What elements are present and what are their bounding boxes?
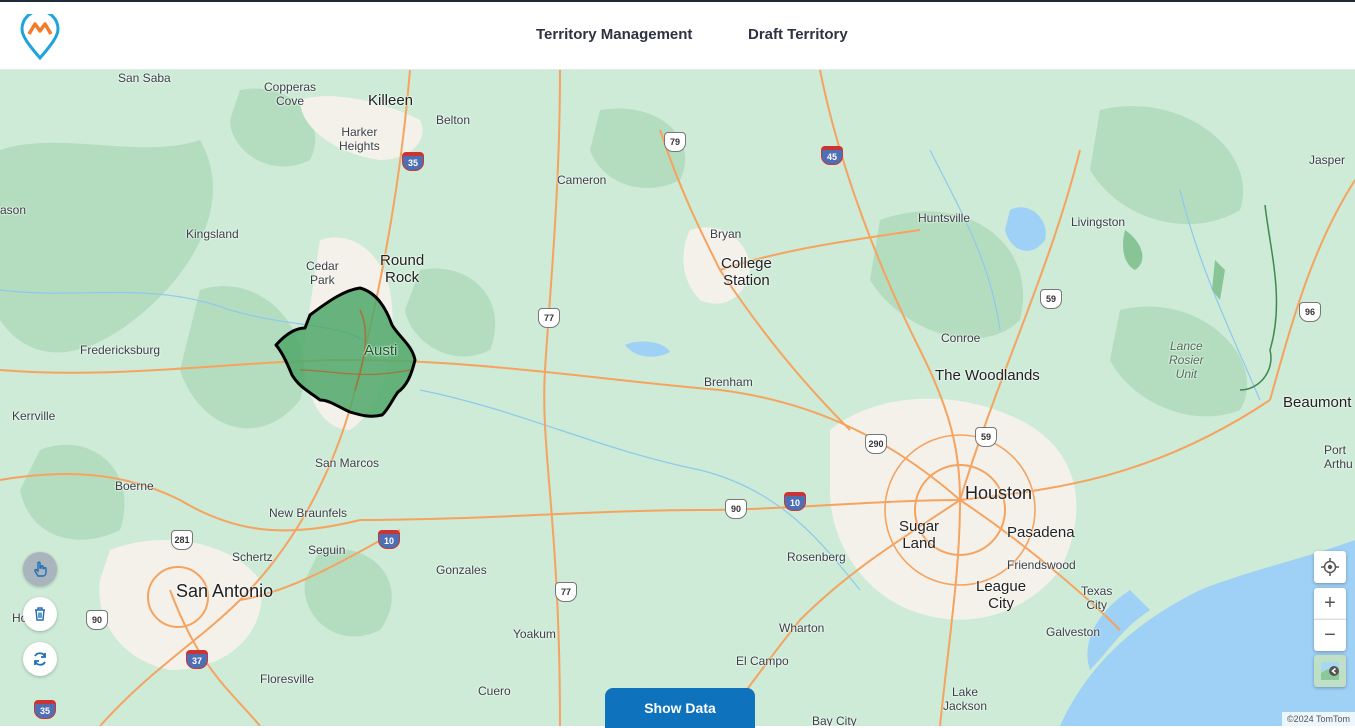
city-label: Brenham <box>704 375 753 389</box>
interstate-shield: 37 <box>186 650 208 669</box>
city-label: Texas City <box>1081 584 1113 612</box>
us-route-shield: 281 <box>171 530 193 550</box>
map-canvas[interactable]: San Saba Copperas Cove Killeen Belton Ha… <box>0 70 1355 726</box>
city-label: Killeen <box>368 92 414 109</box>
city-label: San Marcos <box>315 456 380 470</box>
city-label: Livingston <box>1071 215 1126 229</box>
city-label: El Campo <box>736 654 789 668</box>
city-label: Rosenberg <box>787 550 846 564</box>
city-label: Austi <box>364 342 398 359</box>
city-label: Yoakum <box>513 627 556 641</box>
city-label: Houston <box>965 483 1033 503</box>
city-label: Seguin <box>308 543 346 557</box>
show-data-button[interactable]: Show Data <box>605 688 755 728</box>
us-route-shield: 79 <box>664 132 686 152</box>
city-label: Cedar Park <box>306 259 339 287</box>
hand-pointer-icon <box>34 561 47 577</box>
map-style-button[interactable] <box>1314 655 1346 687</box>
interstate-shield: 35 <box>34 700 56 719</box>
zoom-in-icon: + <box>1324 592 1336 614</box>
interstate-shield: 45 <box>821 146 843 165</box>
city-label: Fredericksburg <box>80 343 161 357</box>
city-label: Galveston <box>1046 625 1101 639</box>
city-label: Bryan <box>710 227 742 241</box>
city-label: Kerrville <box>12 409 56 423</box>
map-style-icon <box>1321 662 1339 680</box>
city-label: Cameron <box>557 173 607 187</box>
refresh-tool-button[interactable] <box>23 642 57 676</box>
city-label: Copperas Cove <box>264 80 317 108</box>
locate-button[interactable] <box>1314 551 1346 583</box>
city-label: Boerne <box>115 479 154 493</box>
park-label: Lance Rosier Unit <box>1169 339 1204 381</box>
city-label: Floresville <box>260 672 315 686</box>
us-route-shield: 290 <box>865 434 887 454</box>
city-label: Kingsland <box>186 227 239 241</box>
city-label: Wharton <box>779 621 825 635</box>
city-label: Port Arthu <box>1324 443 1353 471</box>
zoom-out-button[interactable]: − <box>1314 619 1346 651</box>
city-label: San Saba <box>118 71 171 85</box>
pan-tool-button[interactable] <box>23 552 57 586</box>
zoom-out-icon: − <box>1324 624 1336 646</box>
interstate-shield: 35 <box>402 152 424 171</box>
city-label: Harker Heights <box>339 125 380 153</box>
map-base-layer <box>0 70 1355 726</box>
city-label: Belton <box>436 113 471 127</box>
city-label: Schertz <box>232 550 273 564</box>
city-label: Lake Jackson <box>943 685 988 713</box>
city-label: New Braunfels <box>269 506 348 520</box>
city-label: Conroe <box>941 331 981 345</box>
city-label: Bay City <box>812 714 857 726</box>
us-route-shield: 77 <box>538 308 560 328</box>
city-label: Friendswood <box>1007 558 1076 572</box>
city-label: The Woodlands <box>935 367 1040 384</box>
city-label: League City <box>976 578 1027 613</box>
city-label: San Antonio <box>176 581 274 601</box>
map-attribution: ©2024 TomTom <box>1282 712 1355 726</box>
city-label: Cuero <box>478 684 511 698</box>
us-route-shield: 77 <box>555 582 577 602</box>
us-route-shield: 59 <box>1040 289 1062 309</box>
refresh-icon <box>34 652 46 666</box>
trash-icon <box>35 607 45 621</box>
city-label: Sugar Land <box>899 518 940 553</box>
interstate-shield: 10 <box>378 530 400 549</box>
app-logo-icon[interactable] <box>20 14 60 60</box>
us-route-shield: 90 <box>86 610 108 630</box>
city-label: Huntsville <box>918 211 971 225</box>
interstate-shield: 10 <box>784 492 806 511</box>
delete-tool-button[interactable] <box>23 597 57 631</box>
nav-draft-territory[interactable]: Draft Territory <box>748 26 848 43</box>
city-label: Jasper <box>1309 153 1346 167</box>
city-label: Round Rock <box>380 252 425 287</box>
city-label: Pasadena <box>1007 524 1075 541</box>
zoom-in-button[interactable]: + <box>1314 588 1346 619</box>
us-route-shield: 59 <box>975 427 997 447</box>
city-label: Gonzales <box>436 563 487 577</box>
city-label: ason <box>0 203 27 217</box>
locate-icon <box>1321 558 1339 576</box>
app-header: Territory Management Draft Territory <box>0 0 1355 70</box>
city-label: Beaumont <box>1283 394 1352 411</box>
nav-territory-management[interactable]: Territory Management <box>536 26 692 43</box>
us-route-shield: 96 <box>1299 302 1321 322</box>
city-label: College Station <box>721 255 772 290</box>
us-route-shield: 90 <box>725 499 747 519</box>
